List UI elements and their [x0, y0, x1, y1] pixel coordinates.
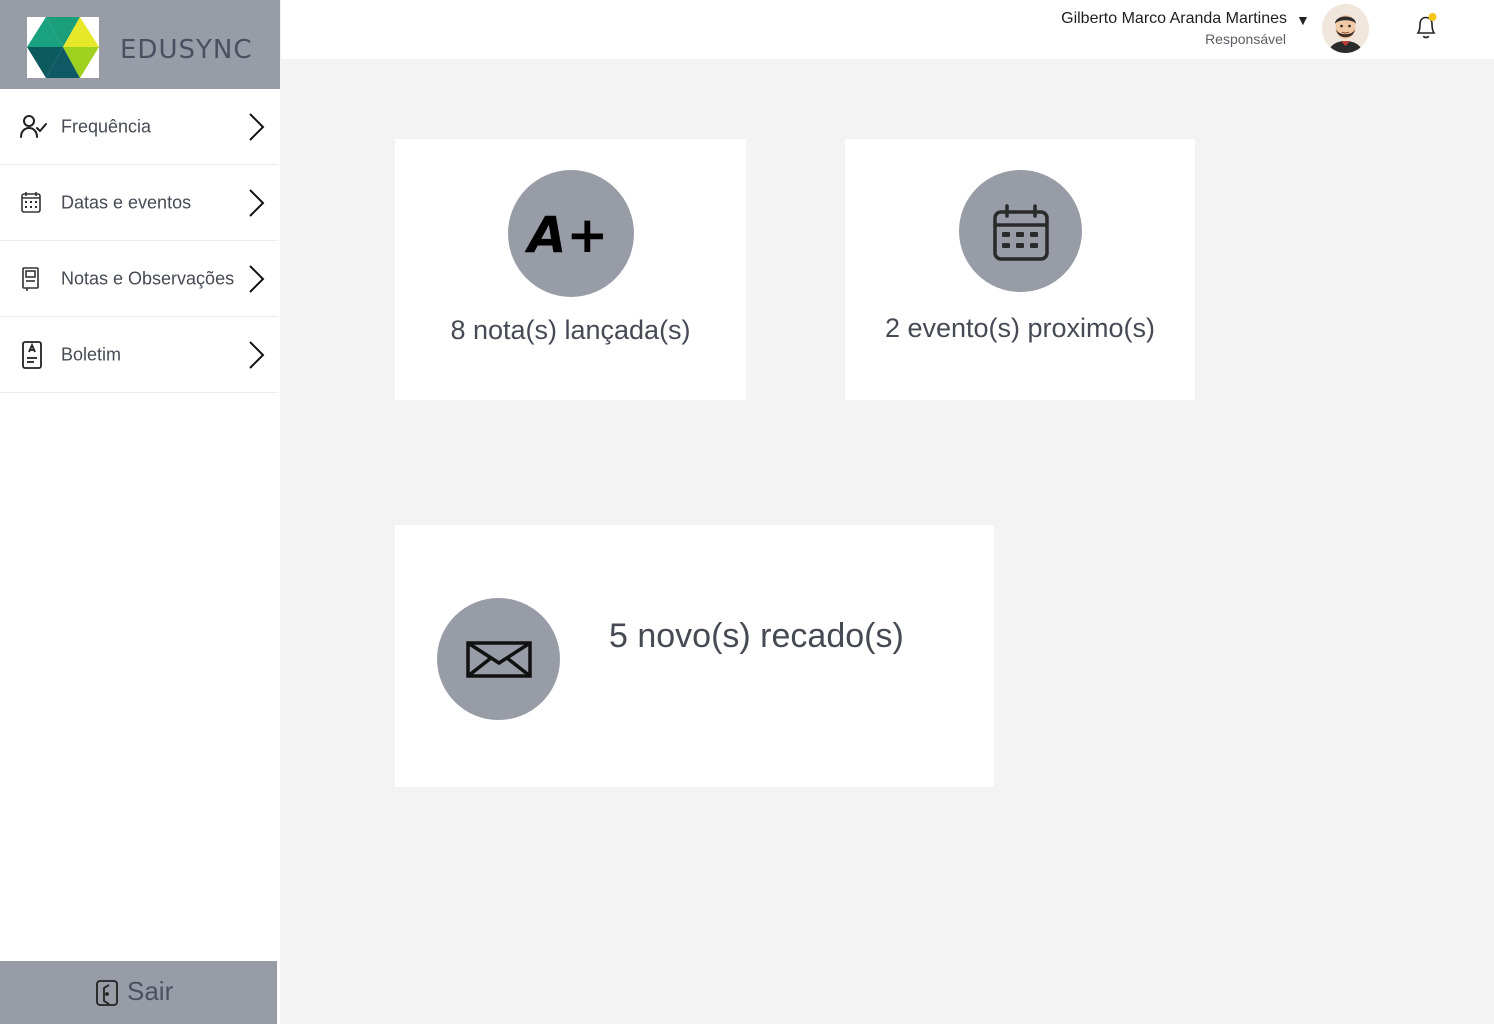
- sidebar-item-notas-observacoes[interactable]: Notas e Observações: [0, 241, 278, 317]
- chevron-right-icon: [245, 112, 267, 142]
- avatar[interactable]: [1322, 4, 1369, 53]
- user-name[interactable]: Gilberto Marco Aranda Martines: [1061, 10, 1287, 28]
- messages-count-text: 5 novo(s) recado(s): [609, 617, 904, 655]
- envelope-icon: [437, 598, 560, 720]
- user-role: Responsável: [1205, 31, 1286, 47]
- grades-card[interactable]: A+ 8 nota(s) lançada(s): [395, 139, 746, 400]
- sidebar-nav: Frequência Datas e eventos Notas e Obser…: [0, 89, 278, 393]
- sidebar-item-label: Datas e eventos: [61, 192, 192, 212]
- sidebar-item-frequencia[interactable]: Frequência: [0, 89, 278, 165]
- user-menu-caret-icon[interactable]: ▼: [1296, 12, 1310, 28]
- logout-label: Sair: [127, 976, 174, 1006]
- user-check-icon: [18, 112, 48, 142]
- notebook-icon: [18, 264, 48, 294]
- grade-a-plus-icon: A+: [508, 170, 634, 297]
- chevron-right-icon: [245, 264, 267, 294]
- top-bar: Gilberto Marco Aranda Martines Responsáv…: [281, 0, 1494, 59]
- brand-name: EDUSYNC: [120, 35, 253, 65]
- grade-badge-text: A+: [524, 206, 609, 264]
- sidebar-item-boletim[interactable]: Boletim: [0, 317, 278, 393]
- door-exit-icon: [95, 979, 119, 1007]
- messages-card[interactable]: 5 novo(s) recado(s): [395, 525, 994, 787]
- notification-bell-icon[interactable]: [1413, 12, 1439, 40]
- events-count-text: 2 evento(s) proximo(s): [884, 313, 1156, 343]
- brand-header[interactable]: EDUSYNC: [0, 0, 280, 89]
- sidebar-item-label: Frequência: [61, 116, 152, 136]
- logout-button[interactable]: Sair: [0, 961, 277, 1024]
- edusync-logo: [27, 17, 99, 78]
- events-card[interactable]: 2 evento(s) proximo(s): [845, 139, 1195, 400]
- chevron-right-icon: [245, 188, 267, 218]
- calendar-icon: [18, 188, 48, 218]
- sidebar: EDUSYNC Frequência Datas e eventos Notas…: [0, 0, 280, 1024]
- sidebar-item-label: Notas e Observações: [61, 268, 235, 288]
- sidebar-item-datas-eventos[interactable]: Datas e eventos: [0, 165, 278, 241]
- sidebar-item-label: Boletim: [61, 344, 122, 364]
- calendar-icon: [959, 170, 1082, 292]
- grades-count-text: 8 nota(s) lançada(s): [450, 315, 691, 345]
- report-card-icon: [18, 340, 48, 370]
- chevron-right-icon: [245, 340, 267, 370]
